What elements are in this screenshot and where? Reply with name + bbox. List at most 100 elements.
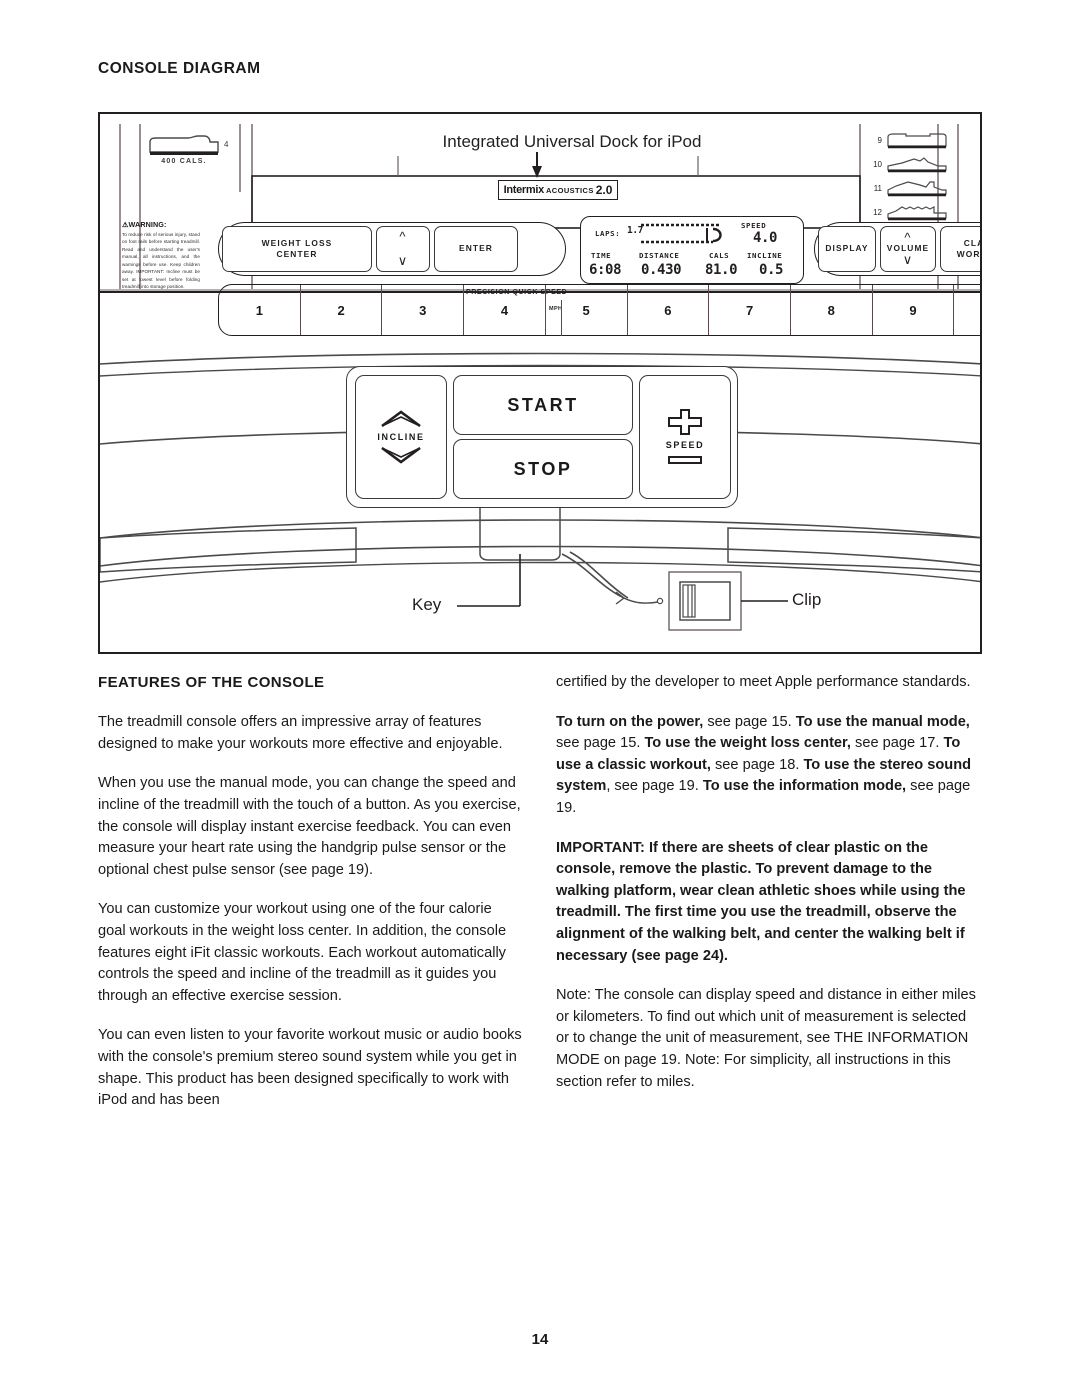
key-label: 4 <box>500 302 509 318</box>
key-label: 2 <box>337 302 345 318</box>
ref-text-3: see page 17. <box>850 735 944 752</box>
workout-profile-icon-12 <box>887 206 947 221</box>
quick-speed-divider <box>561 300 563 336</box>
ref-text-4: see page 18. <box>710 756 804 773</box>
workout-profile-icon-9 <box>887 133 947 149</box>
console-diagram: 400 CALS. 4 Integrated Universal Dock fo… <box>98 112 982 654</box>
key-callout-label: Key <box>412 595 442 614</box>
quick-speed-key-6[interactable]: 6 <box>628 285 710 335</box>
button-label: DISPLAY <box>825 243 869 254</box>
workout-profile-number: 10 <box>873 159 882 169</box>
button-label-line2: WORKOUTS <box>956 249 981 259</box>
main-control-cluster: INCLINE START STOP SPEED <box>346 366 738 508</box>
body-paragraph: The treadmill console offers an impressi… <box>98 714 503 752</box>
laps-track-icon <box>641 223 722 244</box>
warning-heading-text: WARNING: <box>128 220 167 229</box>
document-page: CONSOLE DIAGRAM 400 CALS. 4 Integrated U… <box>0 0 1080 1397</box>
left-button-group: WEIGHT LOSS CENTER ^ ∨ ENTER <box>218 222 566 276</box>
quick-speed-key-2[interactable]: 2 <box>301 285 383 335</box>
workout-profile-row-9: 9 <box>870 130 948 150</box>
ref-text-5: , see page 19. <box>606 778 703 795</box>
time-label: TIME <box>591 251 612 260</box>
incline-value: 0.5 <box>759 262 784 278</box>
button-label: START <box>507 394 579 415</box>
page-number: 14 <box>531 1331 549 1348</box>
incline-button[interactable]: INCLINE <box>355 375 447 499</box>
quick-speed-key-3[interactable]: 3 <box>382 285 465 335</box>
ref-bold-3: To use the weight loss center, <box>644 735 851 752</box>
ref-bold-1: To turn on the power, <box>556 713 704 730</box>
features-heading: FEATURES OF THE CONSOLE <box>98 674 325 691</box>
speed-button[interactable]: SPEED <box>639 375 731 499</box>
ref-bold-2: To use the manual mode, <box>795 713 970 730</box>
ref-text-2: see page 15. <box>556 735 645 752</box>
quick-speed-key-7[interactable]: 7 <box>709 285 791 335</box>
body-paragraph: When you use the manual mode, you can ch… <box>98 775 521 878</box>
warning-heading: ⚠WARNING: <box>122 220 200 229</box>
laps-label: LAPS: <box>595 229 621 238</box>
warning-label: ⚠WARNING: To reduce risk of serious inju… <box>122 220 200 291</box>
button-label: SPEED <box>665 440 705 450</box>
clip-callout-label: Clip <box>792 590 822 609</box>
quick-speed-key-1[interactable]: 1 <box>219 285 301 335</box>
intermix-acoustics-logo: Intermix ACOUSTICS 2.0 <box>498 180 618 200</box>
note-paragraph: Note: The console can display speed and … <box>556 987 976 1090</box>
logo-word-intermix: Intermix <box>503 184 545 196</box>
important-paragraph: IMPORTANT: If there are sheets of clear … <box>556 839 966 964</box>
chevron-down-icon: ∨ <box>397 253 409 268</box>
weight-loss-center-button[interactable]: WEIGHT LOSS CENTER <box>222 226 372 272</box>
workout-profile-number: 11 <box>873 183 882 193</box>
right-button-group: DISPLAY ^ VOLUME ∨ CLASSIC WORKOUTS <box>814 222 981 276</box>
cals-value: 81.0 <box>705 262 738 278</box>
quick-speed-key-8[interactable]: 8 <box>791 285 873 335</box>
key-label: 5 <box>582 302 590 318</box>
key-label: 9 <box>909 302 917 318</box>
button-label: ENTER <box>459 243 493 254</box>
key-label: 1 <box>255 302 263 318</box>
arrow-up-icon <box>381 410 421 428</box>
speed-label: SPEED <box>741 221 767 230</box>
ref-text-1: see page 15. <box>703 713 796 730</box>
key-label: 3 <box>419 302 427 318</box>
chevron-down-icon: ∨ <box>902 251 914 267</box>
stop-button[interactable]: STOP <box>453 439 633 499</box>
cross-reference-paragraph: To turn on the power, see page 15. To us… <box>556 712 980 820</box>
left-text-column: FEATURES OF THE CONSOLE The treadmill co… <box>98 672 522 1112</box>
ref-bold-6: To use the information mode, <box>702 778 907 795</box>
button-label: INCLINE <box>377 432 425 442</box>
plus-icon <box>668 409 702 435</box>
weight-loss-adjust-button[interactable]: ^ ∨ <box>376 226 430 272</box>
workout-profile-row-10: 10 <box>870 154 948 174</box>
quick-speed-key-10[interactable]: 10 <box>954 285 980 335</box>
arrow-down-icon <box>381 446 421 464</box>
time-value: 6:08 <box>589 262 622 278</box>
display-button[interactable]: DISPLAY <box>818 226 876 272</box>
minus-icon <box>668 456 702 464</box>
workout-profile-icon-10 <box>887 157 947 173</box>
key-label: 7 <box>745 302 754 318</box>
page-title: CONSOLE DIAGRAM <box>98 60 261 77</box>
start-button[interactable]: START <box>453 375 633 435</box>
cals-label: CALS <box>709 251 730 260</box>
enter-button[interactable]: ENTER <box>434 226 518 272</box>
speed-value: 4.0 <box>753 230 778 246</box>
workout-profile-row-12: 12 <box>870 202 948 222</box>
button-label-line1: WEIGHT LOSS <box>261 237 333 248</box>
workout-profile-number-4: 4 <box>224 140 229 149</box>
key-label: 6 <box>664 302 672 318</box>
classic-workouts-button[interactable]: CLASSIC WORKOUTS <box>940 226 981 272</box>
body-paragraph-continued: certified by the developer to meet Apple… <box>556 674 971 690</box>
right-text-column: certified by the developer to meet Apple… <box>556 672 980 1093</box>
workout-profile-label-400cals: 400 CALS. <box>161 158 207 165</box>
button-label-line2: CENTER <box>276 249 318 259</box>
button-label-line1: CLASSIC <box>963 237 980 248</box>
logo-word-version: 2.0 <box>595 183 613 197</box>
workout-profile-row-11: 11 <box>870 178 948 198</box>
distance-value: 0.430 <box>641 262 682 278</box>
volume-button[interactable]: ^ VOLUME ∨ <box>880 226 936 272</box>
body-paragraph: You can even listen to your favorite wor… <box>98 1027 522 1109</box>
quick-speed-key-9[interactable]: 9 <box>873 285 955 335</box>
lcd-display: LAPS: 1.7 SPEED 4.0 TIME 6:08 DISTANCE 0… <box>580 216 804 284</box>
warning-body-text: To reduce risk of serious injury, stand … <box>122 232 200 290</box>
button-label: STOP <box>513 458 573 479</box>
